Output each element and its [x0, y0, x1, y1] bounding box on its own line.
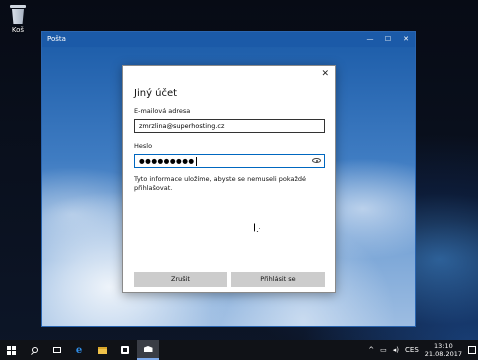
search-icon [32, 347, 38, 353]
edge-taskbar-button[interactable]: e [68, 340, 90, 360]
action-center-icon[interactable] [468, 346, 476, 354]
info-text: Tyto informace uložíme, abyste se nemuse… [134, 175, 306, 192]
window-title: Pošta [47, 35, 66, 43]
mail-icon [143, 346, 153, 352]
file-explorer-icon [97, 346, 107, 354]
language-indicator[interactable]: CES [405, 346, 419, 354]
cancel-button[interactable]: Zrušit [134, 272, 227, 287]
windows-start-icon [6, 345, 16, 355]
text-caret [195, 156, 197, 166]
clock-time: 13:10 [434, 342, 453, 350]
password-field[interactable]: ●●●●●●●●● [134, 154, 325, 168]
clock-date: 21.08.2017 [424, 350, 462, 358]
recycle-bin-shortcut[interactable]: Koš [4, 3, 32, 34]
edge-icon: e [75, 344, 83, 356]
network-icon[interactable]: ▭ [380, 346, 387, 354]
maximize-button[interactable]: ☐ [379, 32, 397, 47]
search-button[interactable] [24, 340, 46, 360]
explorer-taskbar-button[interactable] [91, 340, 113, 360]
recycle-bin-label: Koš [11, 26, 25, 34]
email-label: E-mailová adresa [134, 107, 191, 115]
chevron-up-icon[interactable]: ^ [368, 346, 374, 354]
system-tray: ^ ▭ ◂) CES 13:10 21.08.2017 [365, 340, 476, 360]
store-taskbar-button[interactable] [114, 340, 136, 360]
email-value: zmrzlina@superhosting.cz [139, 122, 225, 130]
taskbar: e ^ ▭ ◂) CES 13:10 21.08.2017 [0, 340, 478, 360]
email-field[interactable]: zmrzlina@superhosting.cz [134, 119, 325, 133]
dialog-title: Jiný účet [134, 88, 178, 99]
store-icon [121, 346, 129, 354]
password-value: ●●●●●●●●● [139, 157, 195, 165]
mail-taskbar-button[interactable] [137, 340, 159, 360]
add-account-dialog: ✕ Jiný účet E-mailová adresa zmrzlina@su… [122, 65, 336, 293]
close-window-button[interactable]: ✕ [397, 32, 415, 47]
clock[interactable]: 13:10 21.08.2017 [425, 342, 462, 358]
volume-icon[interactable]: ◂) [393, 346, 399, 354]
minimize-button[interactable]: — [361, 32, 379, 47]
dialog-close-button[interactable]: ✕ [321, 69, 329, 79]
password-label: Heslo [134, 142, 153, 150]
task-view-icon [53, 347, 61, 353]
reveal-password-icon[interactable] [312, 158, 321, 163]
task-view-button[interactable] [46, 340, 68, 360]
start-button[interactable] [0, 340, 22, 360]
recycle-bin-icon [8, 3, 28, 25]
title-bar[interactable]: Pošta — ☐ ✕ [42, 32, 415, 47]
sign-in-button[interactable]: Přihlásit se [231, 272, 325, 287]
